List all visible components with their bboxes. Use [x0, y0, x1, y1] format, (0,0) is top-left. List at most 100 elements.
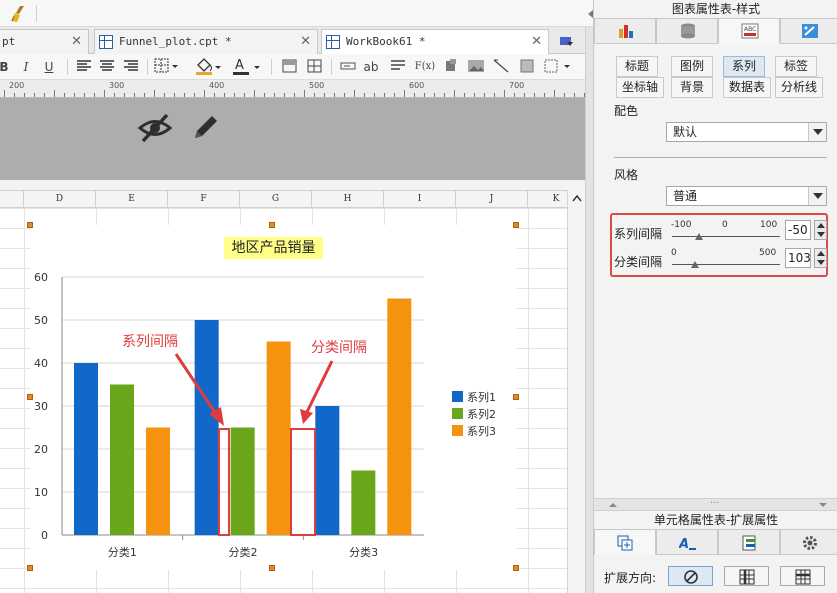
bar	[351, 470, 376, 535]
grip-icon[interactable]: ···	[710, 498, 720, 509]
expand-vertical-button[interactable]	[724, 566, 769, 586]
effect-icon	[802, 24, 818, 38]
bar	[110, 384, 134, 535]
expand-none-button[interactable]	[668, 566, 713, 586]
subtab-label[interactable]: 标签	[775, 56, 817, 77]
annotation-arrowhead	[300, 409, 313, 424]
resize-handle[interactable]	[269, 222, 275, 228]
category-gap-stepper[interactable]	[814, 248, 827, 268]
color-scheme-select[interactable]: 默认	[666, 122, 827, 142]
bar	[315, 406, 340, 535]
y-tick-label: 20	[34, 443, 48, 456]
chart-title[interactable]: 地区产品销量	[224, 237, 323, 259]
tab-cell-widget[interactable]	[718, 529, 780, 555]
none-icon	[684, 570, 698, 584]
subtab-legend[interactable]: 图例	[671, 56, 713, 77]
tab-chart-style[interactable]: ABC	[718, 18, 780, 44]
series-gap-min: -100	[671, 220, 692, 230]
category-gap-slider-thumb[interactable]	[690, 261, 699, 268]
cell-panel-title: 单元格属性表-扩展属性	[594, 511, 837, 529]
annotation-category-gap: 分类间隔	[311, 340, 367, 356]
subtab-axis[interactable]: 坐标轴	[616, 77, 664, 98]
style-label: 风格	[614, 168, 639, 182]
tab-cell-expand[interactable]	[594, 529, 656, 555]
collapse-up-icon[interactable]	[608, 502, 618, 508]
x-category-label: 分类2	[229, 545, 258, 559]
svg-text:ABC: ABC	[744, 26, 756, 33]
legend-swatch	[452, 391, 463, 402]
series-gap-box	[218, 428, 230, 536]
subtab-data-table[interactable]: 数据表	[723, 77, 771, 98]
color-scheme-value: 默认	[673, 125, 698, 139]
arrow-up-icon[interactable]	[817, 251, 825, 256]
category-gap-box	[290, 428, 316, 536]
bar	[230, 427, 255, 535]
series-gap-slider-thumb[interactable]	[695, 233, 703, 240]
resize-handle[interactable]	[513, 222, 519, 228]
tab-chart-type[interactable]	[594, 18, 656, 44]
tab-chart-data[interactable]	[656, 18, 718, 44]
y-tick-label: 60	[34, 271, 48, 284]
editor-scrollbar[interactable]	[585, 10, 593, 593]
bar	[74, 363, 98, 535]
expand-direction-label: 扩展方向:	[604, 571, 657, 585]
bar-chart: 0 10 20 30 40 50 60 分类1 分类2 分类3 系列1 系列2 系列3 系列间隔 分类间隔	[34, 271, 496, 559]
chevron-down-icon[interactable]	[808, 187, 826, 205]
series-gap-label: 系列间隔	[614, 227, 663, 241]
category-gap-slider[interactable]	[672, 264, 780, 265]
series-gap-mid: 0	[722, 220, 728, 230]
widget-icon	[742, 535, 756, 551]
horizontal-expand-icon	[795, 569, 811, 585]
category-gap-min: 0	[671, 248, 677, 258]
series-gap-input[interactable]: -50	[785, 220, 811, 240]
chart-property-panel: 图表属性表-样式 ABC 标题 图例 系列 标签 坐标轴 背景 数据表 分析线 …	[593, 0, 837, 593]
arrow-down-icon[interactable]	[817, 232, 825, 237]
y-tick-label: 40	[34, 357, 48, 370]
legend-label: 系列3	[467, 424, 496, 438]
arrow-up-icon[interactable]	[817, 223, 825, 228]
resize-handle[interactable]	[27, 394, 33, 400]
resize-handle[interactable]	[513, 565, 519, 571]
color-scheme-label: 配色	[614, 104, 639, 118]
expand-horizontal-button[interactable]	[780, 566, 825, 586]
svg-text:A: A	[679, 537, 689, 551]
x-category-label: 分类1	[108, 545, 137, 559]
series-gap-max: 100	[760, 220, 778, 230]
series-gap-stepper[interactable]	[814, 220, 827, 240]
x-category-label: 分类3	[349, 545, 378, 559]
series-gap-slider[interactable]	[672, 236, 780, 237]
panel-title: 图表属性表-样式	[594, 0, 837, 18]
resize-handle[interactable]	[27, 565, 33, 571]
subtab-analysis-line[interactable]: 分析线	[775, 77, 823, 98]
resize-handle[interactable]	[27, 222, 33, 228]
y-tick-label: 0	[41, 529, 48, 542]
resize-handle[interactable]	[269, 565, 275, 571]
bar	[387, 298, 412, 535]
tab-cell-style[interactable]: A	[656, 529, 718, 555]
style-value: 普通	[673, 189, 698, 203]
legend-label: 系列1	[467, 390, 496, 404]
chevron-down-icon[interactable]	[808, 123, 826, 141]
subtab-title[interactable]: 标题	[616, 56, 658, 77]
y-tick-label: 50	[34, 314, 48, 327]
gear-icon	[803, 536, 817, 550]
subtab-series[interactable]: 系列	[723, 56, 765, 77]
expand-down-icon[interactable]	[818, 502, 828, 508]
subtab-background[interactable]: 背景	[671, 77, 713, 98]
arrow-down-icon[interactable]	[817, 260, 825, 265]
legend-label: 系列2	[467, 407, 496, 421]
panel-splitter[interactable]: ···	[594, 498, 837, 511]
bar	[194, 320, 219, 535]
tab-chart-effect[interactable]	[780, 18, 837, 44]
divider	[614, 157, 827, 158]
legend-swatch	[452, 408, 463, 419]
bar	[146, 427, 170, 535]
category-gap-max: 500	[759, 248, 777, 258]
cell-expand-icon	[617, 535, 633, 551]
style-select[interactable]: 普通	[666, 186, 827, 206]
resize-handle[interactable]	[513, 394, 519, 400]
y-tick-label: 10	[34, 486, 48, 499]
tab-cell-settings[interactable]	[780, 529, 837, 555]
category-gap-input[interactable]: 103	[785, 248, 811, 268]
bar	[266, 341, 291, 535]
